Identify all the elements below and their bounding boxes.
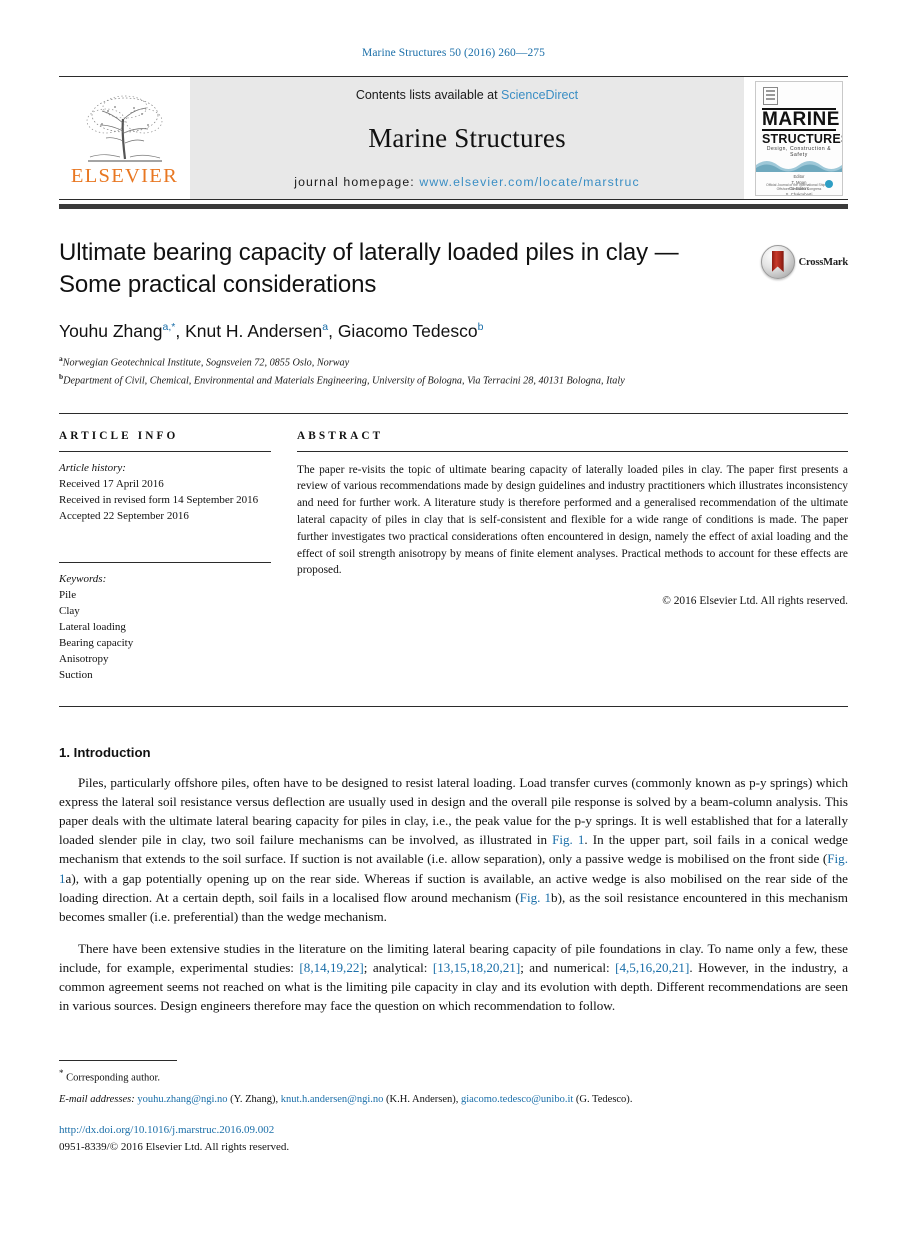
cover-line: S. Chakrabarti <box>785 191 813 196</box>
email-link[interactable]: knut.h.andersen@ngi.no <box>281 1094 384 1105</box>
citation-link-experimental[interactable]: [8,14,19,22] <box>299 960 363 975</box>
author-name: Youhu Zhang <box>59 321 163 342</box>
email-person: (Y. Zhang) <box>230 1094 276 1106</box>
masthead-bottom-rule <box>59 199 848 200</box>
masthead-center: Contents lists available at ScienceDirec… <box>190 77 744 199</box>
history-item: Received in revised form 14 September 20… <box>59 493 259 506</box>
abstract-heading: ABSTRACT <box>297 429 384 442</box>
crossmark-icon <box>760 245 795 279</box>
email-link[interactable]: giacomo.tedesco@unibo.it <box>461 1094 573 1105</box>
section-title-introduction: 1. Introduction <box>59 745 151 761</box>
keywords-rule <box>59 562 271 564</box>
article-info-column: ARTICLE INFO Article history: Received 1… <box>59 430 271 684</box>
abstract-copyright: © 2016 Elsevier Ltd. All rights reserved… <box>662 595 848 608</box>
info-abstract-row: ARTICLE INFO Article history: Received 1… <box>59 430 848 684</box>
affiliation-item: aNorwegian Geotechnical Institute, Sogns… <box>59 353 848 371</box>
author-list: Youhu Zhanga,*, Knut H. Andersena, Giaco… <box>59 321 484 342</box>
figure-ref-link[interactable]: Fig. 1 <box>552 832 584 847</box>
crossmark-badge[interactable]: CrossMark <box>760 245 849 279</box>
journal-homepage-line: journal homepage: www.elsevier.com/locat… <box>294 175 640 189</box>
sciencedirect-link[interactable]: ScienceDirect <box>501 88 578 102</box>
introduction-paragraph-1: Piles, particularly offshore piles, ofte… <box>59 773 848 926</box>
article-history-group: Article history: Received 17 April 2016 … <box>59 461 271 525</box>
introduction-section: 1. Introduction Piles, particularly offs… <box>59 745 848 1015</box>
journal-masthead: ELSEVIER Contents lists available at Sci… <box>59 76 848 199</box>
article-info-rule <box>59 450 271 452</box>
paper-page: Marine Structures 50 (2016) 260—275 ELSE… <box>0 0 907 1238</box>
article-history-label: Article history: <box>59 461 126 474</box>
elsevier-wordmark: ELSEVIER <box>70 165 179 188</box>
citation-link-analytical[interactable]: [13,15,18,20,21] <box>433 960 520 975</box>
abstract-bottom-rule <box>59 706 848 708</box>
keyword-item: Suction <box>59 669 93 682</box>
author-marks: a,* <box>162 321 176 334</box>
homepage-prefix: journal homepage: <box>294 175 420 189</box>
author-marks: a <box>322 321 329 334</box>
history-item: Accepted 22 September 2016 <box>59 509 189 522</box>
contents-available-line: Contents lists available at ScienceDirec… <box>356 88 578 102</box>
para2-part-c: ; and numerical: <box>520 960 616 976</box>
affiliation-text: Department of Civil, Chemical, Environme… <box>63 375 625 387</box>
cover-title-top: MARINE <box>762 107 840 132</box>
email-person: (G. Tedesco) <box>575 1094 630 1106</box>
cover-title-bottom: STRUCTURES <box>762 131 843 146</box>
citation-link-numerical[interactable]: [4,5,16,20,21] <box>615 960 689 975</box>
doi-link[interactable]: http://dx.doi.org/10.1016/j.marstruc.201… <box>59 1122 289 1139</box>
issn-copyright-line: 0951-8339/© 2016 Elsevier Ltd. All right… <box>59 1140 290 1153</box>
elsevier-tree-icon <box>86 95 162 162</box>
corresponding-author-text: Corresponding author. <box>66 1072 161 1084</box>
article-info-heading: ARTICLE INFO <box>59 429 179 442</box>
email-label: E-mail addresses: <box>59 1094 135 1106</box>
cover-logo-box <box>763 86 778 105</box>
cover-seal-icon <box>825 179 833 188</box>
page-title: Ultimate bearing capacity of laterally l… <box>59 239 679 298</box>
figure-ref-link[interactable]: Fig. 1 <box>520 890 551 905</box>
info-top-rule <box>59 412 848 414</box>
author-name: Knut H. Andersen <box>185 321 323 342</box>
journal-cover-cell: MARINE STRUCTURES Design, Construction &… <box>744 77 848 199</box>
cover-waves-icon <box>756 160 842 172</box>
footnote-area: * Corresponding author. E-mail addresses… <box>59 1060 848 1108</box>
affiliation-item: bDepartment of Civil, Chemical, Environm… <box>59 371 848 389</box>
elsevier-logo: ELSEVIER <box>59 77 190 199</box>
introduction-paragraph-2: There have been extensive studies in the… <box>59 939 848 1015</box>
author-name: Giacomo Tedesco <box>337 321 478 342</box>
contents-prefix: Contents lists available at <box>355 88 502 102</box>
doi-area: http://dx.doi.org/10.1016/j.marstruc.201… <box>59 1122 289 1155</box>
asterisk-icon: * <box>59 1068 64 1078</box>
abstract-column: ABSTRACT The paper re-visits the topic o… <box>297 430 848 684</box>
footnote-rule <box>59 1060 177 1061</box>
affiliation-list: aNorwegian Geotechnical Institute, Sogns… <box>59 353 848 388</box>
masthead-thick-bar <box>59 204 848 209</box>
keyword-item: Clay <box>59 605 80 618</box>
keywords-group: Keywords: Pile Clay Lateral loading Bear… <box>59 572 271 684</box>
email-person: (K.H. Andersen) <box>386 1094 456 1106</box>
keyword-item: Anisotropy <box>59 653 109 666</box>
email-addresses-note: E-mail addresses: youhu.zhang@ngi.no (Y.… <box>59 1094 633 1106</box>
para2-part-b: ; analytical: <box>363 960 433 976</box>
abstract-text: The paper re-visits the topic of ultimat… <box>297 463 848 577</box>
email-link[interactable]: youhu.zhang@ngi.no <box>137 1094 227 1105</box>
journal-cover-thumbnail: MARINE STRUCTURES Design, Construction &… <box>755 80 843 196</box>
running-head: Marine Structures 50 (2016) 260—275 <box>362 47 545 59</box>
keyword-item: Lateral loading <box>59 621 126 634</box>
author-marks: b <box>477 321 484 334</box>
keyword-item: Pile <box>59 589 77 602</box>
keywords-label: Keywords: <box>59 573 107 586</box>
title-block: CrossMark Ultimate bearing capacity of l… <box>59 237 848 389</box>
keyword-item: Bearing capacity <box>59 637 134 650</box>
journal-title: Marine Structures <box>368 123 566 153</box>
crossmark-label: CrossMark <box>798 256 849 268</box>
abstract-rule <box>297 450 848 452</box>
affiliation-text: Norwegian Geotechnical Institute, Sognsv… <box>62 357 350 369</box>
corresponding-author-note: * Corresponding author. <box>59 1067 848 1086</box>
journal-homepage-link[interactable]: www.elsevier.com/locate/marstruc <box>419 175 639 189</box>
history-item: Received 17 April 2016 <box>59 477 164 490</box>
